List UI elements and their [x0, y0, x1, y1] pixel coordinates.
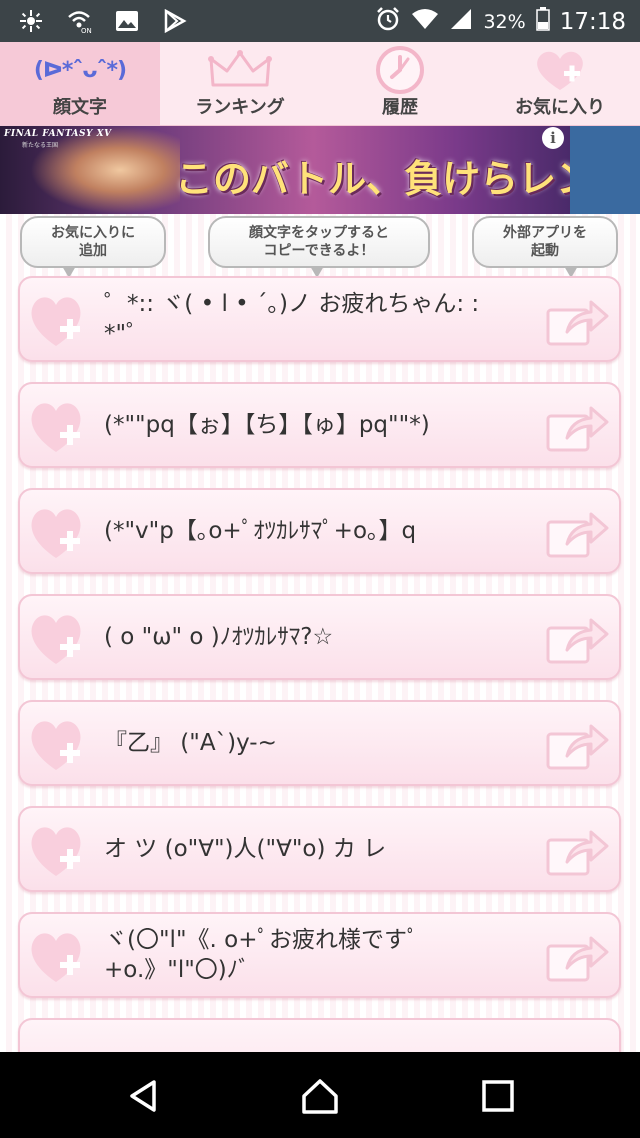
heart-plus-icon	[532, 47, 588, 93]
battery-icon	[535, 7, 550, 37]
emoticon-text[interactable]: ( o "ω" o )ﾉｵﾂｶﾚｻﾏ?☆	[104, 596, 531, 678]
add-favorite-heart-icon[interactable]	[28, 396, 90, 456]
emoticon-row[interactable]: (*""pq【ぉ】【ち】【ゅ】pq""*)	[18, 382, 621, 468]
share-external-icon[interactable]	[545, 398, 611, 454]
tab-bar: (ᐅ*ˆᴗˆ*) 顔文字 ランキング 履歴 お気に入り	[0, 42, 640, 126]
add-favorite-heart-icon[interactable]	[28, 608, 90, 668]
ad-logo-subtitle: 新たなる王国	[22, 142, 59, 149]
add-favorite-heart-icon[interactable]	[28, 502, 90, 562]
emoticon-row[interactable]: (*"v"p【｡o+ﾟｵﾂｶﾚｻﾏﾟ+o｡】q	[18, 488, 621, 574]
ad-logo: FINAL FANTASY XV	[4, 129, 112, 139]
tip-launch-external-app: 外部アプリを 起動	[472, 216, 618, 278]
navigation-bar	[0, 1052, 640, 1138]
emoticon-row[interactable]: ゜*:: ヾ( • l • ´｡)ノ お疲れちゃん: : *"゜	[18, 276, 621, 362]
wifi-icon	[411, 8, 439, 36]
status-bar: ON 32% 17:18	[0, 0, 640, 42]
tab-ranking[interactable]: ランキング	[160, 42, 320, 125]
emoticon-row[interactable]: ( o "ω" o )ﾉｵﾂｶﾚｻﾏ?☆	[18, 594, 621, 680]
clock-icon	[372, 46, 428, 94]
share-external-icon[interactable]	[545, 610, 611, 666]
ad-image: FINAL FANTASY XV 新たなる王国 このバトル、負けらレン。	[0, 126, 570, 214]
emoticon-row-partial[interactable]	[18, 1018, 621, 1052]
play-store-icon	[162, 8, 188, 34]
share-external-icon[interactable]	[545, 822, 611, 878]
add-favorite-heart-icon[interactable]	[28, 290, 90, 350]
tab-favorites-label: お気に入り	[515, 97, 605, 118]
tab-kaomoji-label: 顔文字	[53, 97, 107, 118]
kaomoji-icon: (ᐅ*ˆᴗˆ*)	[33, 57, 127, 83]
crown-icon	[207, 47, 273, 93]
emoticon-text[interactable]: ヾ(〇"l"《. o+ﾟお疲れ様ですﾟ +o.》"l"〇)ﾉﾞ	[104, 914, 531, 996]
recent-apps-icon[interactable]	[478, 1076, 518, 1116]
emoticon-text[interactable]: 『乙』 ("A`)y-~	[104, 702, 531, 784]
tip-add-favorite: お気に入りに 追加	[20, 216, 166, 278]
add-favorite-heart-icon[interactable]	[28, 926, 90, 986]
share-external-icon[interactable]	[545, 292, 611, 348]
emoticon-row[interactable]: 『乙』 ("A`)y-~	[18, 700, 621, 786]
ad-info-icon[interactable]: i	[542, 127, 564, 149]
add-favorite-heart-icon[interactable]	[28, 820, 90, 880]
tab-ranking-label: ランキング	[195, 97, 285, 118]
tab-history-label: 履歴	[382, 97, 418, 118]
signal-icon	[449, 8, 473, 36]
tab-history[interactable]: 履歴	[320, 42, 480, 125]
emoticon-text[interactable]: オ ツ (o"∀")人("∀"o) カ レ	[104, 808, 531, 890]
image-icon	[114, 8, 140, 34]
share-external-icon[interactable]	[545, 928, 611, 984]
emoticon-row[interactable]: ヾ(〇"l"《. o+ﾟお疲れ様ですﾟ +o.》"l"〇)ﾉﾞ	[18, 912, 621, 998]
add-favorite-heart-icon[interactable]	[28, 714, 90, 774]
emoticon-list: お気に入りに 追加 顔文字をタップすると コピーできるよ！ 外部アプリを 起動 …	[0, 214, 640, 1052]
tip-tap-to-copy: 顔文字をタップすると コピーできるよ！	[208, 216, 430, 278]
share-external-icon[interactable]	[545, 504, 611, 560]
alarm-icon	[375, 6, 401, 38]
battery-percent: 32%	[483, 11, 526, 33]
tab-kaomoji[interactable]: (ᐅ*ˆᴗˆ*) 顔文字	[0, 42, 160, 125]
share-external-icon[interactable]	[545, 716, 611, 772]
emoticon-text[interactable]: (*"v"p【｡o+ﾟｵﾂｶﾚｻﾏﾟ+o｡】q	[104, 490, 531, 572]
home-icon[interactable]	[300, 1076, 340, 1116]
svg-text:ON: ON	[81, 27, 92, 34]
emoticon-text[interactable]: (*""pq【ぉ】【ち】【ゅ】pq""*)	[104, 384, 531, 466]
ad-headline: このバトル、負けらレン。	[175, 157, 570, 201]
back-icon[interactable]	[124, 1076, 164, 1116]
settings-gear-icon	[18, 8, 44, 34]
emoticon-text[interactable]: ゜*:: ヾ( • l • ´｡)ノ お疲れちゃん: : *"゜	[104, 278, 531, 360]
tab-favorites[interactable]: お気に入り	[480, 42, 640, 125]
emoticon-row[interactable]: オ ツ (o"∀")人("∀"o) カ レ	[18, 806, 621, 892]
clock-time: 17:18	[559, 9, 626, 35]
wifi-calling-icon: ON	[66, 8, 92, 34]
